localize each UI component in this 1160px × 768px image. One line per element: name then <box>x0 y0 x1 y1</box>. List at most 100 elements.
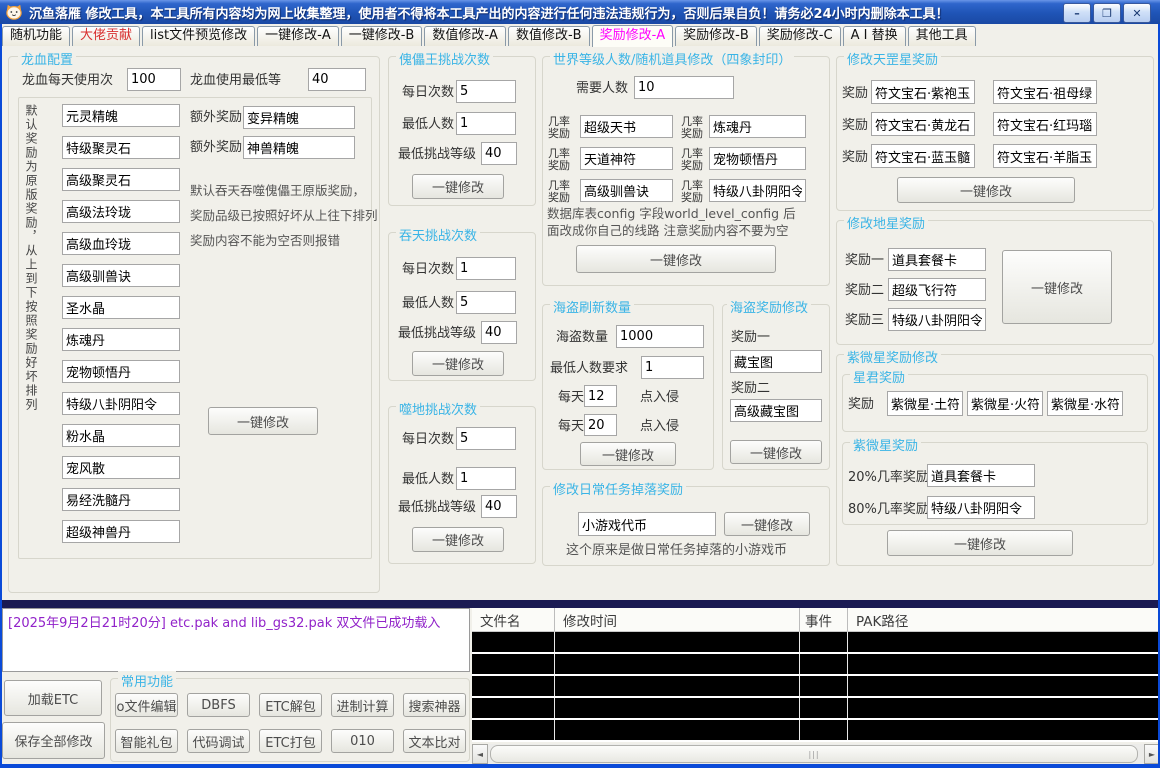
tiangang-apply-button[interactable]: 一键修改 <box>897 177 1075 203</box>
base-calc-button[interactable]: 进制计算 <box>331 693 394 717</box>
smart-pack-button[interactable]: 智能礼包 <box>115 729 178 753</box>
pirate-reward-apply-button[interactable]: 一键修改 <box>730 440 822 464</box>
scroll-left-arrow[interactable]: ◄ <box>472 744 488 764</box>
tab-onekey-b[interactable]: 一键修改-B <box>340 26 423 46</box>
ziwei-20pct-input[interactable] <box>927 464 1035 487</box>
dragon-daily-input[interactable] <box>127 68 181 91</box>
pirate-count-input[interactable] <box>616 325 704 348</box>
save-all-button[interactable]: 保存全部修改 <box>2 722 105 759</box>
dixing-reward1-input[interactable] <box>888 248 986 271</box>
world-item-input[interactable] <box>709 115 806 138</box>
tab-reward-b[interactable]: 奖励修改-B <box>675 26 757 46</box>
tiangang-item-input[interactable] <box>993 112 1097 136</box>
tab-value-b[interactable]: 数值修改-B <box>507 26 590 46</box>
world-item-input[interactable] <box>580 147 673 170</box>
dragon-reward-input[interactable] <box>62 520 180 543</box>
daily-task-input[interactable] <box>578 512 716 536</box>
shidi-daily-input[interactable] <box>456 427 516 450</box>
close-button[interactable]: ✕ <box>1123 3 1151 23</box>
tab-onekey-a[interactable]: 一键修改-A <box>257 26 339 46</box>
dragon-reward-input[interactable] <box>62 136 180 159</box>
table-row[interactable] <box>472 654 1160 674</box>
table-row[interactable] <box>472 676 1160 696</box>
world-item-input[interactable] <box>709 147 806 170</box>
dragon-apply-button[interactable]: 一键修改 <box>208 407 318 435</box>
world-item-input[interactable] <box>709 179 806 202</box>
pirate-min-input[interactable] <box>641 356 704 379</box>
tab-other-tools[interactable]: 其他工具 <box>907 26 976 46</box>
dixing-reward2-input[interactable] <box>888 278 986 301</box>
shidi-min-input[interactable] <box>456 467 516 490</box>
load-etc-button[interactable]: 加载ETC <box>4 680 102 716</box>
ziwei-xingjun-input[interactable] <box>1047 391 1123 416</box>
file-edit-button[interactable]: o文件编辑 <box>115 693 178 717</box>
table-row[interactable] <box>472 632 1160 652</box>
dragon-reward-input[interactable] <box>62 200 180 223</box>
tab-reward-a[interactable]: 奖励修改-A <box>591 25 674 47</box>
dragon-extra-input-2[interactable] <box>243 136 355 159</box>
ziwei-xingjun-input[interactable] <box>887 391 963 416</box>
dragon-reward-input[interactable] <box>62 456 180 479</box>
tiangang-item-input[interactable] <box>871 80 975 104</box>
dragon-reward-input[interactable] <box>62 488 180 511</box>
puppet-min-input[interactable] <box>456 112 516 135</box>
dixing-reward3-input[interactable] <box>888 308 986 331</box>
scroll-thumb[interactable]: ||| <box>490 745 1138 763</box>
world-item-input[interactable] <box>580 115 673 138</box>
table-row[interactable] <box>472 698 1160 718</box>
col-event[interactable]: 事件 <box>800 608 848 631</box>
world-apply-button[interactable]: 一键修改 <box>576 245 776 273</box>
tuntian-min-input[interactable] <box>456 291 516 314</box>
minimize-button[interactable]: – <box>1063 3 1091 23</box>
table-row[interactable] <box>472 720 1160 740</box>
ziwei-apply-button[interactable]: 一键修改 <box>887 530 1073 556</box>
ziwei-80pct-input[interactable] <box>927 496 1035 519</box>
dixing-apply-button[interactable]: 一键修改 <box>1002 250 1112 324</box>
tiangang-item-input[interactable] <box>871 144 975 168</box>
world-need-input[interactable] <box>634 76 734 99</box>
pirate-reward1-input[interactable] <box>730 350 822 373</box>
dragon-reward-input[interactable] <box>62 392 180 415</box>
dragon-extra-input-1[interactable] <box>243 106 355 129</box>
daily-task-apply-button[interactable]: 一键修改 <box>724 512 810 536</box>
shidi-apply-button[interactable]: 一键修改 <box>412 527 504 552</box>
col-filename[interactable]: 文件名 <box>472 608 555 631</box>
maximize-button[interactable]: ❐ <box>1093 3 1121 23</box>
etc-unpack-button[interactable]: ETC解包 <box>259 693 322 717</box>
tab-value-a[interactable]: 数值修改-A <box>424 26 506 46</box>
col-pak-path[interactable]: PAK路径 <box>848 608 1160 631</box>
zero-one-zero-button[interactable]: 010 <box>331 729 394 753</box>
pirate-apply-button[interactable]: 一键修改 <box>580 442 676 466</box>
dragon-reward-input[interactable] <box>62 360 180 383</box>
dragon-reward-input[interactable] <box>62 424 180 447</box>
tab-ai-replace[interactable]: A I 替换 <box>842 26 906 46</box>
pirate-reward2-input[interactable] <box>730 399 822 422</box>
puppet-apply-button[interactable]: 一键修改 <box>412 174 504 199</box>
tab-dalao[interactable]: 大佬贡献 <box>72 26 141 46</box>
tiangang-item-input[interactable] <box>993 144 1097 168</box>
etc-pack-button[interactable]: ETC打包 <box>259 729 322 753</box>
dragon-reward-input[interactable] <box>62 104 180 127</box>
pirate-time1-input[interactable] <box>584 385 617 407</box>
dragon-reward-input[interactable] <box>62 328 180 351</box>
col-modified-time[interactable]: 修改时间 <box>555 608 800 631</box>
tuntian-level-input[interactable] <box>481 321 517 344</box>
tab-reward-c[interactable]: 奖励修改-C <box>758 26 841 46</box>
pirate-time2-input[interactable] <box>584 414 617 436</box>
tab-random[interactable]: 随机功能 <box>2 26 71 46</box>
puppet-daily-input[interactable] <box>456 80 516 103</box>
tiangang-item-input[interactable] <box>871 112 975 136</box>
tiangang-item-input[interactable] <box>993 80 1097 104</box>
dbfs-button[interactable]: DBFS <box>187 693 250 717</box>
tuntian-apply-button[interactable]: 一键修改 <box>412 351 504 376</box>
horizontal-scrollbar[interactable]: ◄ ||| ► <box>472 744 1160 764</box>
dragon-reward-input[interactable] <box>62 232 180 255</box>
dragon-reward-input[interactable] <box>62 264 180 287</box>
tab-list-preview[interactable]: list文件预览修改 <box>142 26 256 46</box>
tuntian-daily-input[interactable] <box>456 257 516 280</box>
dragon-min-level-input[interactable] <box>308 68 366 91</box>
dragon-reward-input[interactable] <box>62 168 180 191</box>
search-tool-button[interactable]: 搜索神器 <box>403 693 466 717</box>
code-debug-button[interactable]: 代码调试 <box>187 729 250 753</box>
puppet-level-input[interactable] <box>481 142 517 165</box>
